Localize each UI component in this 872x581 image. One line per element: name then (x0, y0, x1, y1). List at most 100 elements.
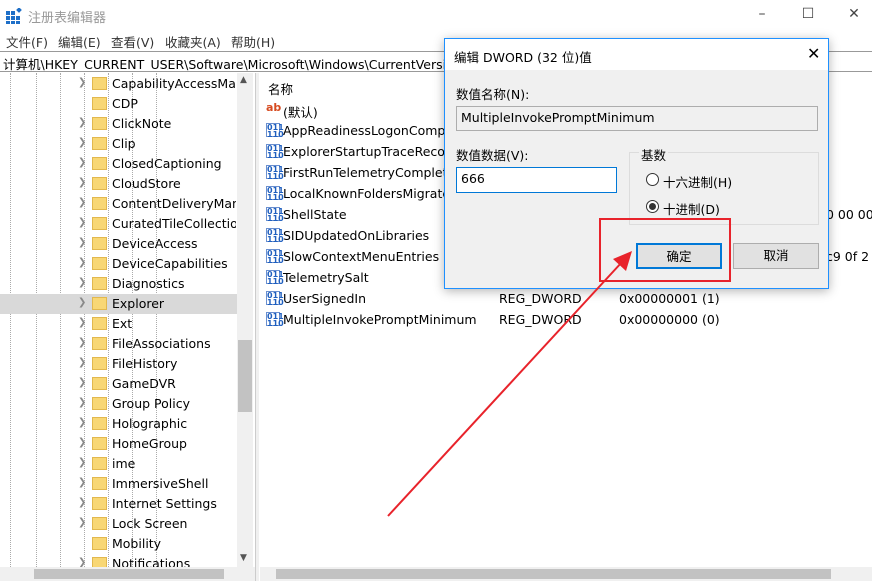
chevron-right-icon[interactable]: ❯ (78, 77, 86, 88)
scroll-down-icon[interactable]: ▼ (240, 553, 247, 563)
tree-item[interactable]: CDP (0, 94, 237, 114)
tree-item[interactable]: ❯ Internet Settings (0, 494, 237, 514)
folder-icon (92, 397, 107, 410)
chevron-right-icon[interactable]: ❯ (78, 457, 86, 468)
tree-item[interactable]: ❯ HomeGroup (0, 434, 237, 454)
chevron-right-icon[interactable]: ❯ (78, 477, 86, 488)
chevron-right-icon[interactable]: ❯ (78, 337, 86, 348)
column-header-name[interactable]: 名称 (268, 79, 293, 98)
tree-item-label: GameDVR (112, 376, 176, 391)
value-row[interactable]: 011 110 UserSignedIn REG_DWORD 0x00000001 (1… (260, 288, 872, 309)
tree-item[interactable]: ❯ Group Policy (0, 394, 237, 414)
value-name: TelemetrySalt (283, 270, 369, 285)
radio-dec-label[interactable]: 十进制(D) (663, 199, 720, 218)
tree-item[interactable]: ❯ DeviceCapabilities (0, 254, 237, 274)
menu-file[interactable]: 文件(F) (6, 32, 48, 51)
folder-icon (92, 377, 107, 390)
pane-splitter[interactable] (255, 73, 259, 581)
chevron-right-icon[interactable]: ❯ (78, 377, 86, 388)
binary-value-icon: 011 110 (266, 123, 284, 139)
value-data: 0x00000001 (1) (619, 291, 720, 306)
tree-item[interactable]: ❯ ime (0, 454, 237, 474)
chevron-right-icon[interactable]: ❯ (78, 137, 86, 148)
chevron-right-icon[interactable]: ❯ (78, 517, 86, 528)
radio-hex-label[interactable]: 十六进制(H) (663, 172, 732, 191)
folder-icon (92, 177, 107, 190)
minimize-button[interactable]: – (752, 6, 772, 22)
chevron-right-icon[interactable]: ❯ (78, 257, 86, 268)
close-button[interactable]: ✕ (844, 6, 864, 22)
value-data-input[interactable]: 666 (456, 167, 617, 193)
tree-item-label: CDP (112, 96, 138, 111)
scroll-up-icon[interactable]: ▲ (240, 75, 247, 85)
binary-value-icon: 011 110 (266, 291, 284, 307)
tree-item[interactable]: ❯ ClickNote (0, 114, 237, 134)
tree-vertical-scrollbar[interactable]: ▲ ▼ (237, 73, 253, 567)
ok-button[interactable]: 确定 (636, 243, 722, 269)
tree-item[interactable]: ❯ Explorer (0, 294, 237, 314)
chevron-right-icon[interactable]: ❯ (78, 117, 86, 128)
tree-hscroll-thumb[interactable] (34, 569, 224, 579)
menu-view[interactable]: 查看(V) (111, 32, 154, 51)
tree-item[interactable]: ❯ ClosedCaptioning (0, 154, 237, 174)
tree-item[interactable]: ❯ FileHistory (0, 354, 237, 374)
chevron-right-icon[interactable]: ❯ (78, 277, 86, 288)
chevron-right-icon[interactable]: ❯ (78, 497, 86, 508)
menu-favorites[interactable]: 收藏夹(A) (165, 32, 221, 51)
folder-icon (92, 297, 107, 310)
maximize-button[interactable]: ☐ (798, 6, 818, 22)
tree-item[interactable]: ❯ ContentDeliveryManager (0, 194, 237, 214)
binary-value-icon: 011 110 (266, 207, 284, 223)
tree-item[interactable]: ❯ ImmersiveShell (0, 474, 237, 494)
chevron-right-icon[interactable]: ❯ (78, 157, 86, 168)
binary-value-icon: 011 110 (266, 249, 284, 265)
menu-edit[interactable]: 编辑(E) (58, 32, 101, 51)
tree-item[interactable]: ❯ FileAssociations (0, 334, 237, 354)
tree-item[interactable]: ❯ Holographic (0, 414, 237, 434)
menu-help[interactable]: 帮助(H) (231, 32, 275, 51)
window-title: 注册表编辑器 (28, 11, 107, 26)
tree-item[interactable]: ❯ DeviceAccess (0, 234, 237, 254)
folder-icon (92, 417, 107, 430)
tree-item[interactable]: ❯ GameDVR (0, 374, 237, 394)
chevron-right-icon[interactable]: ❯ (78, 397, 86, 408)
list-hscroll-thumb[interactable] (276, 569, 831, 579)
tree-item[interactable]: ❯ Ext (0, 314, 237, 334)
tree-item[interactable]: ❯ CloudStore (0, 174, 237, 194)
chevron-right-icon[interactable]: ❯ (78, 297, 86, 308)
tree-item[interactable]: ❯ Lock Screen (0, 514, 237, 534)
chevron-right-icon[interactable]: ❯ (78, 437, 86, 448)
chevron-right-icon[interactable]: ❯ (78, 237, 86, 248)
chevron-right-icon[interactable]: ❯ (78, 417, 86, 428)
folder-icon (92, 137, 107, 150)
binary-value-icon: 011 110 (266, 165, 284, 181)
tree-item-label: Lock Screen (112, 516, 188, 531)
tree-item[interactable]: ❯ Diagnostics (0, 274, 237, 294)
tree-scroll-thumb[interactable] (238, 340, 252, 412)
tree-item-label: HomeGroup (112, 436, 187, 451)
chevron-right-icon[interactable]: ❯ (78, 357, 86, 368)
tree-item[interactable]: ❯ CapabilityAccessManager (0, 74, 237, 94)
radio-hex[interactable] (646, 173, 659, 186)
chevron-right-icon[interactable]: ❯ (78, 317, 86, 328)
tree-item[interactable]: ❯ Clip (0, 134, 237, 154)
tree-item[interactable]: ❯ Notifications (0, 554, 237, 567)
tree-item[interactable]: ❯ CuratedTileCollections (0, 214, 237, 234)
chevron-right-icon[interactable]: ❯ (78, 217, 86, 228)
tree-item-label: DeviceCapabilities (112, 256, 228, 271)
tree-item[interactable]: Mobility (0, 534, 237, 554)
value-row[interactable]: 011 110 MultipleInvokePromptMinimum REG_DWO… (260, 309, 872, 330)
cancel-button[interactable]: 取消 (733, 243, 819, 269)
radio-dec[interactable] (646, 200, 659, 213)
dialog-close-icon[interactable]: ✕ (807, 44, 820, 63)
chevron-right-icon[interactable]: ❯ (78, 557, 86, 567)
value-name: FirstRunTelemetryComplete (283, 165, 456, 180)
value-name: MultipleInvokePromptMinimum (283, 312, 477, 327)
value-name: SlowContextMenuEntries (283, 249, 440, 264)
chevron-right-icon[interactable]: ❯ (78, 177, 86, 188)
chevron-right-icon[interactable]: ❯ (78, 197, 86, 208)
tree-item-label: Explorer (112, 296, 165, 311)
binary-value-icon: 011 110 (266, 228, 284, 244)
value-name-field[interactable]: MultipleInvokePromptMinimum (456, 106, 818, 131)
folder-icon (92, 477, 107, 490)
